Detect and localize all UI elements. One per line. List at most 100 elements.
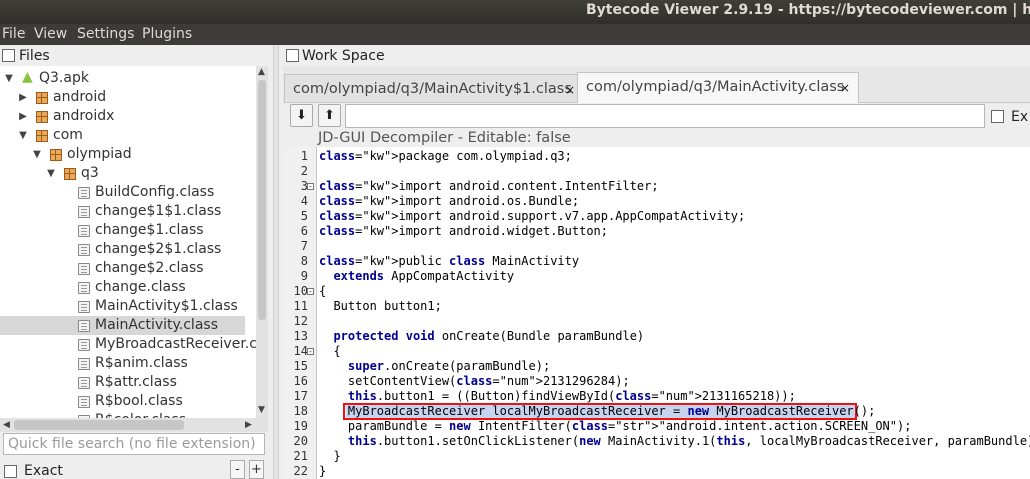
code-line: class="kw">package com.olympiad.q3; [319, 149, 572, 163]
tree-node-label: com [53, 127, 83, 143]
scrollbar-thumb[interactable] [258, 80, 266, 320]
tree-node-label: change.class [95, 279, 186, 295]
fold-toggle-icon[interactable]: - [307, 348, 314, 356]
code-line: extends AppCompatActivity [333, 269, 515, 283]
tree-node[interactable]: change$2$1.class [0, 240, 256, 259]
tree-node[interactable]: ▼ q3 [0, 164, 256, 183]
tree-node[interactable]: ▼ olympiad [0, 145, 256, 164]
tree-node[interactable]: change$1$1.class [0, 202, 256, 221]
tree-node-label: change$1$1.class [95, 203, 222, 219]
package-icon [36, 111, 48, 123]
collapse-button[interactable]: - [230, 460, 245, 479]
tree-node-label: androidx [53, 108, 115, 124]
tree-node[interactable]: ▶ android [0, 88, 256, 107]
tree-node[interactable]: R$bool.class [0, 392, 256, 411]
line-number: 1 [300, 149, 308, 163]
code-line: class="kw">import android.widget.Button; [319, 224, 608, 238]
exact-checkbox[interactable] [4, 465, 17, 478]
file-tree-vertical-scrollbar[interactable]: ▲ ▼ [256, 66, 268, 418]
collapse-toggle-icon[interactable]: ▼ [46, 164, 56, 183]
tree-node[interactable]: R$color.class [0, 411, 256, 418]
tree-node-label: R$bool.class [95, 393, 183, 409]
tree-node[interactable]: change.class [0, 278, 256, 297]
tree-node-label: MainActivity$1.class [95, 298, 238, 314]
close-icon[interactable]: × [565, 83, 575, 97]
tree-node[interactable]: change$1.class [0, 221, 256, 240]
close-icon[interactable]: × [840, 81, 850, 95]
line-number: 6 [300, 224, 308, 238]
workspace-exact-checkbox[interactable] [991, 110, 1004, 123]
collapse-toggle-icon[interactable]: ▼ [18, 126, 28, 145]
tree-node-label: MainActivity.class [95, 317, 218, 333]
upload-icon[interactable]: ⬆ [318, 104, 341, 127]
tree-node-label: Q3.apk [39, 70, 89, 86]
download-icon[interactable]: ⬇ [290, 104, 313, 127]
line-number: 10 [293, 284, 308, 298]
tree-node-label: olympiad [67, 146, 132, 162]
collapse-toggle-icon[interactable]: ▼ [4, 69, 14, 88]
tree-node[interactable]: ▼ com [0, 126, 256, 145]
code-line: } [319, 449, 341, 463]
tree-node-label: MyBroadcastReceiver.c [95, 336, 256, 352]
class-file-icon [78, 396, 90, 408]
file-tree-horizontal-scrollbar[interactable]: ◀ ▶ [0, 418, 268, 432]
tree-node[interactable]: change$2.class [0, 259, 256, 278]
code-editor[interactable]: 1 2 3 4 5 6 7 8 9 10 11 12 13 14 15 16 17 18 19 20 21 22- - - c… [284, 147, 1030, 479]
workspace-search-field[interactable] [345, 104, 985, 128]
menu-file[interactable]: File [2, 26, 25, 42]
expand-button[interactable]: + [249, 460, 264, 479]
package-icon [50, 149, 62, 161]
tree-node[interactable]: ▼ ▲ Q3.apk [0, 69, 256, 88]
menu-bar: File View Settings Plugins [0, 24, 1030, 45]
panel-splitter[interactable] [273, 45, 279, 479]
tree-node-label: q3 [81, 165, 99, 181]
workspace-checkbox[interactable] [286, 49, 299, 62]
line-number: 12 [293, 314, 308, 328]
tree-node[interactable]: MyBroadcastReceiver.c [0, 335, 256, 354]
tree-node[interactable]: R$attr.class [0, 373, 256, 392]
expand-toggle-icon[interactable]: ▶ [18, 88, 28, 107]
files-panel-checkbox[interactable] [2, 49, 15, 62]
tab-label: com/olympiad/q3/MainActivity$1.class [293, 81, 572, 97]
line-number: 11 [293, 299, 308, 313]
menu-settings[interactable]: Settings [77, 26, 134, 42]
line-number: 8 [300, 254, 308, 268]
line-number: 2 [300, 164, 308, 178]
class-file-icon [78, 339, 90, 351]
scroll-left-icon[interactable]: ◀ [3, 420, 10, 430]
tree-node[interactable]: BuildConfig.class [0, 183, 256, 202]
tree-node[interactable]: ▶ androidx [0, 107, 256, 126]
tab-label: com/olympiad/q3/MainActivity.class [586, 79, 845, 95]
tab-mainactivity-class[interactable]: com/olympiad/q3/MainActivity.class × [577, 72, 859, 103]
tree-node-label: R$color.class [95, 411, 186, 418]
tree-node[interactable]: R$anim.class [0, 354, 256, 373]
menu-view[interactable]: View [34, 26, 67, 42]
line-number: 5 [300, 209, 308, 223]
expand-toggle-icon[interactable]: ▶ [18, 107, 28, 126]
line-number: 13 [293, 329, 308, 343]
scroll-up-icon[interactable]: ▲ [258, 67, 265, 77]
code-line: setContentView(class="num">2131296284); [319, 374, 630, 388]
class-file-icon [78, 301, 90, 313]
line-number: 4 [300, 194, 308, 208]
line-number: 7 [300, 239, 308, 253]
scroll-down-icon[interactable]: ▼ [258, 405, 265, 415]
tree-node[interactable]: MainActivity$1.class [0, 297, 256, 316]
quick-file-search-input[interactable]: Quick file search (no file extension) [3, 433, 265, 455]
package-icon [64, 168, 76, 180]
scroll-right-icon[interactable]: ▶ [245, 420, 252, 430]
line-number: 15 [293, 359, 308, 373]
workspace-title: Work Space [302, 48, 385, 64]
collapse-toggle-icon[interactable]: ▼ [32, 145, 42, 164]
fold-toggle-icon[interactable]: - [307, 183, 314, 191]
tree-node[interactable]: MainActivity.class [0, 316, 245, 335]
fold-toggle-icon[interactable]: - [307, 288, 314, 296]
line-number: 22 [293, 464, 308, 478]
tab-mainactivity-1-class[interactable]: com/olympiad/q3/MainActivity$1.class × [284, 74, 580, 102]
scrollbar-thumb[interactable] [14, 420, 184, 430]
package-icon [36, 130, 48, 142]
files-panel-title: Files [19, 48, 50, 64]
code-line: protected void onCreate(Bundle paramBund… [333, 329, 645, 343]
menu-plugins[interactable]: Plugins [142, 26, 192, 42]
workspace-exact-label: Ex [1011, 109, 1029, 125]
